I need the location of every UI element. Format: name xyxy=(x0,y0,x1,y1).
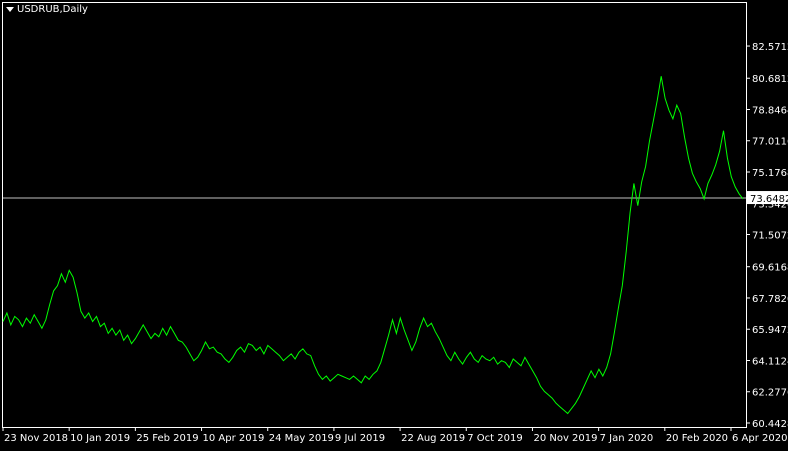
time-axis-label: 22 Aug 2019 xyxy=(401,433,465,444)
price-axis-label: 80.6812 xyxy=(752,74,788,85)
price-axis-label: 77.0116 xyxy=(752,137,788,148)
price-axis-label: 69.6168 xyxy=(752,263,788,274)
price-axis-label: 65.9472 xyxy=(752,325,788,336)
time-axis-label: 10 Apr 2019 xyxy=(203,433,265,444)
current-price-tag-label: 73.6482 xyxy=(750,194,788,205)
price-axis-label: 75.1768 xyxy=(752,168,788,179)
price-axis[interactable]: 82.571280.681278.846477.011675.176873.34… xyxy=(746,42,788,430)
price-chart[interactable]: 82.571280.681278.846477.011675.176873.34… xyxy=(0,0,788,447)
price-axis-label: 71.5072 xyxy=(752,231,788,242)
price-axis-label: 67.7820 xyxy=(752,294,788,305)
time-axis-label: 10 Jan 2019 xyxy=(70,433,130,444)
price-axis-label: 60.4428 xyxy=(752,419,788,430)
price-axis-label: 64.1124 xyxy=(752,356,788,367)
time-axis-label: 20 Nov 2019 xyxy=(533,433,597,444)
time-axis-label: 6 Apr 2020 xyxy=(732,433,787,444)
price-axis-label: 78.8464 xyxy=(752,105,788,116)
time-axis-label: 24 May 2019 xyxy=(269,433,334,444)
chart-window[interactable]: 82.571280.681278.846477.011675.176873.34… xyxy=(0,0,788,447)
time-axis-label: 7 Oct 2019 xyxy=(467,433,522,444)
price-series-line xyxy=(2,76,744,415)
time-axis-label: 9 Jul 2019 xyxy=(335,433,385,444)
chart-title[interactable]: USDRUB,Daily xyxy=(6,4,88,15)
symbol-timeframe-label: USDRUB,Daily xyxy=(17,4,88,15)
current-price-tag: 73.6482 xyxy=(747,191,788,205)
time-axis-label: 23 Nov 2018 xyxy=(4,433,68,444)
plot-frame xyxy=(2,2,747,428)
price-axis-label: 62.2776 xyxy=(752,388,788,399)
triangle-down-icon[interactable] xyxy=(6,7,14,12)
time-axis-label: 20 Feb 2020 xyxy=(666,433,728,444)
price-axis-label: 82.5712 xyxy=(752,42,788,53)
time-axis-label: 7 Jan 2020 xyxy=(600,433,654,444)
time-axis[interactable]: 23 Nov 2018 10 Jan 2019 25 Feb 2019 10 Apr … xyxy=(2,427,787,444)
time-axis-label: 25 Feb 2019 xyxy=(136,433,198,444)
